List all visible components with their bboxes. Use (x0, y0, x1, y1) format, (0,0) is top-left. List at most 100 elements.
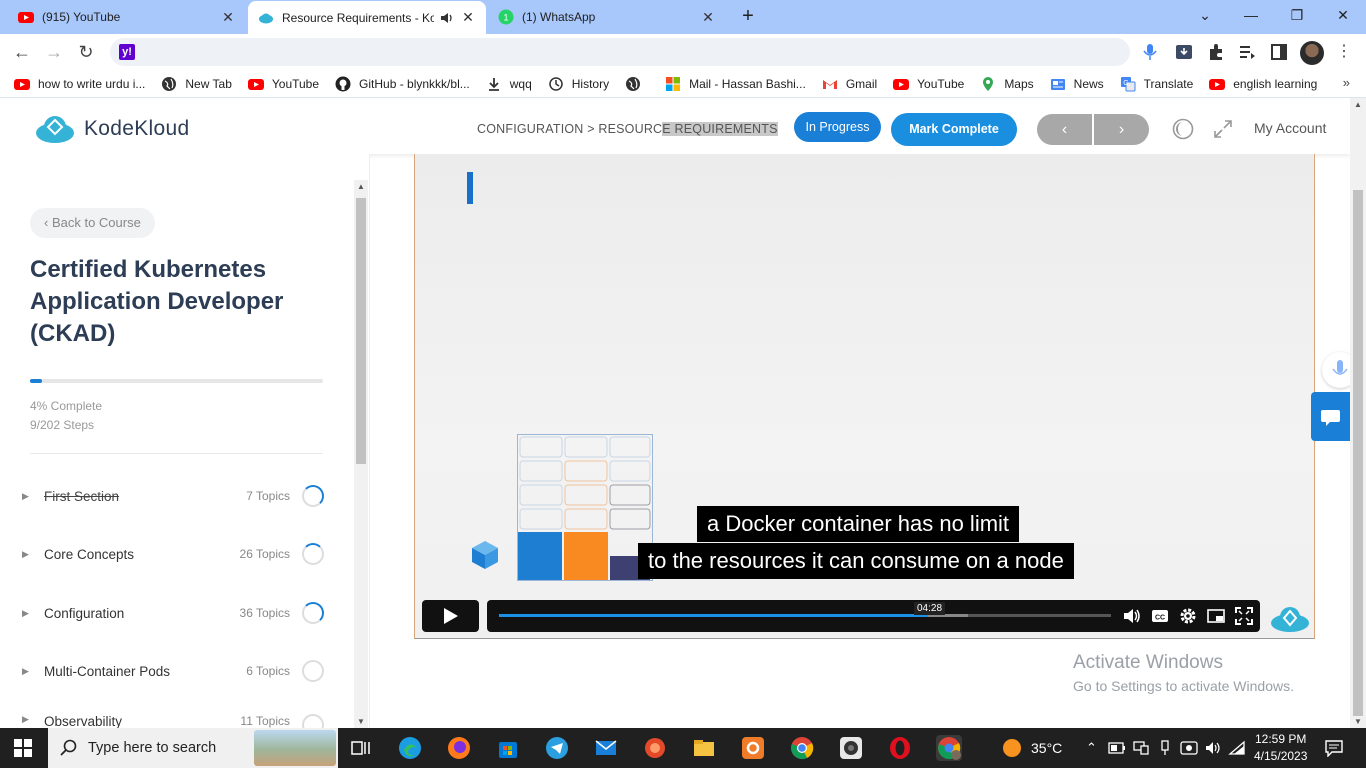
section-multi-container-pods[interactable]: ▶ Multi-Container Pods 6 Topics (22, 656, 324, 686)
my-account-link[interactable]: My Account (1254, 120, 1326, 136)
back-icon[interactable]: ← (10, 40, 34, 64)
next-lesson-button[interactable]: › (1094, 114, 1149, 145)
side-panel-icon[interactable] (1270, 43, 1288, 61)
in-progress-button[interactable]: In Progress (794, 112, 881, 142)
scroll-up-icon[interactable]: ▲ (1354, 100, 1362, 109)
expand-icon[interactable] (1212, 118, 1234, 140)
microsoft-store-icon[interactable] (495, 735, 521, 761)
profile-avatar[interactable] (1300, 41, 1324, 65)
minimize-button[interactable]: — (1228, 0, 1274, 32)
tab-whatsapp[interactable]: 1 (1) WhatsApp ✕ (488, 0, 726, 34)
chat-widget-button[interactable] (1311, 392, 1350, 441)
sidebar-scrollbar[interactable]: ▲ ▼ (354, 180, 368, 728)
section-name: Observability (44, 714, 123, 728)
mail-icon[interactable] (593, 735, 619, 761)
dark-mode-icon[interactable] (1172, 118, 1194, 140)
seek-bar[interactable]: 04:28 (499, 602, 1111, 617)
section-observability[interactable]: ▶ Observability 11 Topics (22, 714, 324, 728)
mark-complete-button[interactable]: Mark Complete (891, 113, 1017, 146)
scrollbar-thumb[interactable] (1353, 190, 1363, 716)
bookmark-item[interactable] (625, 76, 649, 92)
app-icon[interactable] (642, 735, 668, 761)
scroll-down-icon[interactable]: ▼ (357, 717, 365, 726)
wifi-icon[interactable] (1228, 740, 1246, 756)
play-button[interactable] (422, 600, 479, 632)
scroll-down-icon[interactable]: ▼ (1354, 717, 1362, 726)
close-tab-icon[interactable]: ✕ (460, 9, 476, 26)
progress-ring-icon (302, 543, 324, 565)
volume-icon[interactable] (1122, 606, 1142, 626)
new-tab-button[interactable]: + (737, 5, 759, 27)
bookmark-item[interactable]: Mail - Hassan Bashi... (665, 76, 806, 92)
page-scrollbar[interactable]: ▲ ▼ (1350, 98, 1366, 728)
meet-now-icon[interactable] (1180, 740, 1198, 756)
more-bookmarks-icon[interactable]: » (1343, 75, 1350, 90)
chrome-profile-icon[interactable] (936, 735, 962, 761)
address-bar[interactable]: y! (110, 38, 1130, 66)
media-control-icon[interactable] (1238, 43, 1256, 61)
telegram-icon[interactable] (544, 735, 570, 761)
bookmark-item[interactable]: YouTube (247, 76, 319, 92)
bookmark-item[interactable]: english learning (1209, 76, 1317, 92)
settings-app-icon[interactable] (740, 735, 766, 761)
previous-lesson-button[interactable]: ‹ (1037, 114, 1092, 145)
bookmark-item[interactable]: Gmail (822, 76, 877, 92)
restore-button[interactable]: ❐ (1274, 0, 1320, 32)
reload-icon[interactable]: ↻ (74, 40, 98, 64)
speaker-icon[interactable] (440, 11, 454, 25)
bookmark-item[interactable]: New Tab (161, 76, 232, 92)
edge-icon[interactable] (397, 735, 423, 761)
bookmark-item[interactable]: YouTube (893, 76, 964, 92)
taskbar-clock[interactable]: 12:59 PM 4/15/2023 (1254, 731, 1307, 765)
bookmark-item[interactable]: G Translate (1120, 76, 1193, 92)
weather-sun-icon[interactable] (1002, 738, 1022, 758)
taskbar-search-box[interactable]: Type here to search (48, 728, 338, 768)
closed-captions-icon[interactable]: CC (1150, 606, 1170, 626)
firefox-icon[interactable] (446, 735, 472, 761)
picture-in-picture-icon[interactable] (1206, 606, 1226, 626)
bookmark-item[interactable]: History (548, 76, 609, 92)
forward-icon[interactable]: → (42, 40, 66, 64)
windows-start-icon[interactable] (14, 739, 32, 757)
tab-search-icon[interactable]: ⌄ (1182, 0, 1228, 32)
back-to-course-button[interactable]: ‹ Back to Course (30, 208, 155, 238)
bookmark-item[interactable]: News (1050, 76, 1104, 92)
network-device-icon[interactable] (1132, 740, 1150, 756)
fullscreen-icon[interactable] (1234, 606, 1254, 626)
battery-icon[interactable] (1108, 741, 1126, 755)
bookmark-item[interactable]: wqq (486, 76, 532, 92)
watermark-subtitle: Go to Settings to activate Windows. (1073, 678, 1294, 694)
tab-youtube[interactable]: (915) YouTube ✕ (8, 0, 246, 34)
show-hidden-icons[interactable]: ⌃ (1086, 728, 1097, 768)
bookmark-item[interactable]: Maps (980, 76, 1034, 92)
camera-app-icon[interactable] (838, 735, 864, 761)
settings-gear-icon[interactable] (1178, 606, 1198, 626)
bookmark-item[interactable]: how to write urdu i... (14, 76, 145, 92)
extensions-icon[interactable] (1207, 43, 1225, 61)
close-tab-icon[interactable]: ✕ (700, 9, 716, 26)
bookmark-item[interactable]: GitHub - blynkkk/bl... (335, 76, 470, 92)
volume-icon[interactable] (1204, 740, 1222, 756)
weather-temperature[interactable]: 35°C (1031, 728, 1062, 768)
close-window-button[interactable]: ✕ (1320, 0, 1366, 32)
section-first-section[interactable]: ▶ First Section 7 Topics (22, 481, 324, 511)
section-core-concepts[interactable]: ▶ Core Concepts 26 Topics (22, 539, 324, 569)
section-configuration[interactable]: ▶ Configuration 36 Topics (22, 598, 324, 628)
kodekloud-logo[interactable]: KodeKloud (34, 114, 189, 144)
notifications-icon[interactable] (1324, 739, 1344, 757)
chrome-menu-icon[interactable]: ⋮ (1332, 40, 1356, 64)
tab-kodekloud[interactable]: Resource Requirements - Ko ✕ (248, 1, 486, 34)
usb-icon[interactable] (1156, 740, 1174, 756)
chrome-icon[interactable] (789, 735, 815, 761)
scroll-up-icon[interactable]: ▲ (357, 182, 365, 191)
section-topic-count: 36 Topics (239, 606, 290, 620)
scrollbar-thumb[interactable] (356, 198, 366, 464)
microphone-icon[interactable] (1141, 43, 1159, 61)
video-player[interactable]: a Docker container has no limit to the r… (414, 154, 1315, 639)
download-extension-icon[interactable] (1175, 43, 1193, 61)
file-explorer-icon[interactable] (691, 735, 717, 761)
close-tab-icon[interactable]: ✕ (220, 9, 236, 26)
opera-icon[interactable] (887, 735, 913, 761)
task-view-icon[interactable] (348, 735, 374, 761)
maps-icon (980, 76, 996, 92)
